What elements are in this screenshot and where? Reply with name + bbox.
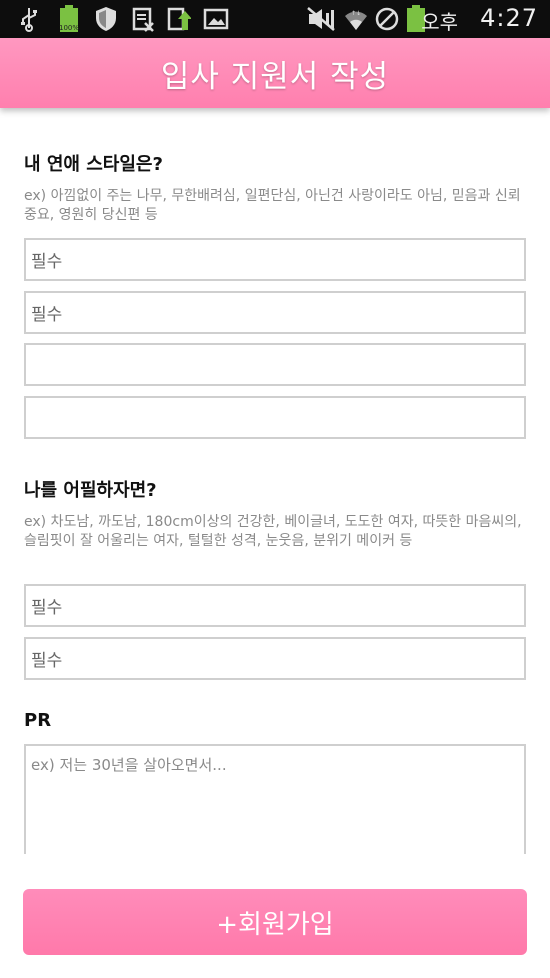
status-time: 4:27 [480, 4, 538, 32]
dating-style-field-2[interactable]: 필수 [24, 291, 526, 334]
dating-style-field-1[interactable]: 필수 [24, 238, 526, 281]
hint-dating-style: ex) 아낌없이 주는 나무, 무한배려심, 일편단심, 아닌건 사랑이라도 아… [24, 188, 521, 223]
usb-icon [18, 5, 40, 33]
image-icon [203, 5, 229, 33]
calendar-icon [131, 5, 155, 33]
appeal-field-1[interactable]: 필수 [24, 584, 526, 627]
appeal-field-2[interactable]: 필수 [24, 637, 526, 680]
mute-icon [305, 5, 337, 33]
dating-style-field-4[interactable] [24, 396, 526, 439]
hint-appeal: ex) 차도남, 까도남, 180cm이상의 건강한, 베이글녀, 도도한 여자… [24, 514, 522, 549]
section-title-pr: PR [24, 710, 52, 731]
section-title-appeal: 나를 어필하자면? [24, 480, 157, 501]
pr-textarea[interactable]: ex) 저는 30년을 살아오면서... [24, 744, 526, 854]
app-header: 입사 지원서 작성 [0, 38, 550, 108]
signup-button[interactable]: +회원가입 [23, 889, 527, 955]
dating-style-field-3[interactable] [24, 343, 526, 386]
upload-icon [166, 5, 192, 33]
section-title-dating-style: 내 연애 스타일은? [24, 154, 163, 175]
wifi-icon: ↑↓ [341, 5, 371, 33]
svg-text:↑↓: ↑↓ [351, 10, 361, 17]
page-title: 입사 지원서 작성 [160, 58, 390, 95]
no-sign-icon [373, 5, 401, 33]
status-ampm: 오후 [421, 10, 458, 34]
shield-icon [93, 5, 119, 33]
status-bar: 100% ↑↓ 오후 4:27 [0, 0, 550, 38]
battery-percent-label: 100% [58, 24, 79, 32]
